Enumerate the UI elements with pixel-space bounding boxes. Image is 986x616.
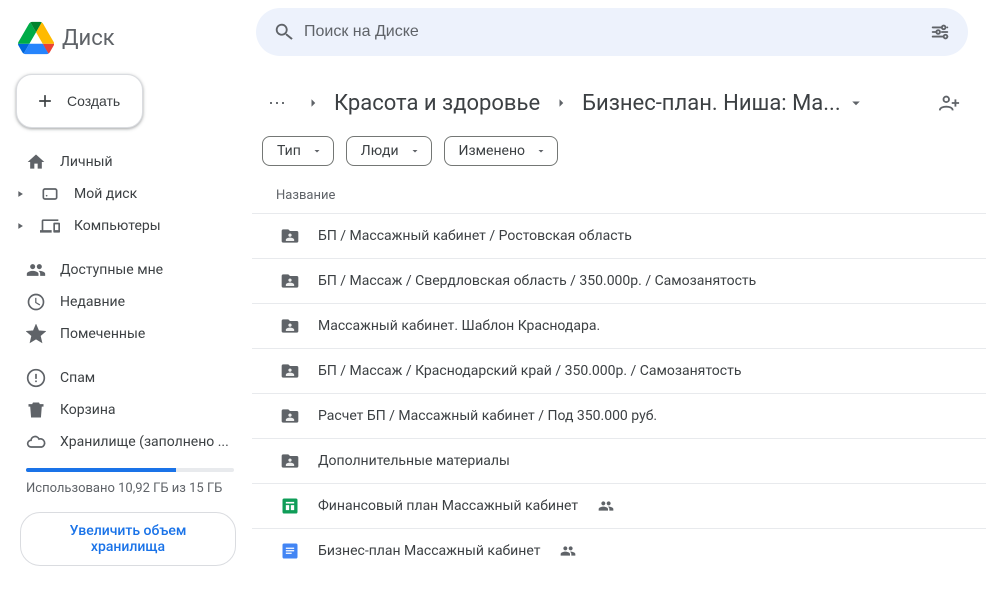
nav-tertiary: Спам Корзина Хранилище (заполнено ... <box>8 358 252 462</box>
app-name: Диск <box>62 26 115 51</box>
sidebar-item-label: Личный <box>60 154 113 170</box>
file-name: Дополнительные материалы <box>318 453 510 469</box>
sidebar-item-mydrive[interactable]: Мой диск <box>8 178 252 210</box>
sidebar-item-recent[interactable]: Недавние <box>8 286 252 318</box>
plus-icon <box>35 91 55 111</box>
file-name: БП / Массаж / Краснодарский край / 350.0… <box>318 363 741 379</box>
breadcrumb-current[interactable]: Бизнес-план. Ниша: Ма... <box>582 91 865 116</box>
shared-indicator-icon <box>560 543 576 559</box>
breadcrumb-current-label: Бизнес-план. Ниша: Ма... <box>582 91 841 116</box>
file-row[interactable]: БП / Массаж / Свердловская область / 350… <box>252 258 986 303</box>
caret-down-icon <box>311 145 323 157</box>
sidebar-item-computers[interactable]: Компьютеры <box>8 210 252 242</box>
logo-row[interactable]: Диск <box>8 8 252 74</box>
expand-caret-icon[interactable] <box>14 189 26 199</box>
file-row[interactable]: Массажный кабинет. Шаблон Краснодара. <box>252 303 986 348</box>
filter-people[interactable]: Люди <box>346 136 432 166</box>
file-row[interactable]: Бизнес-план Массажный кабинет <box>252 528 986 573</box>
caret-down-icon <box>409 145 421 157</box>
file-name: Расчет БП / Массажный кабинет / Под 350.… <box>318 408 657 424</box>
filter-modified[interactable]: Изменено <box>444 136 558 166</box>
breadcrumb-parent[interactable]: Красота и здоровье <box>334 91 540 116</box>
breadcrumb: ⋯ Красота и здоровье Бизнес-план. Ниша: … <box>252 64 986 130</box>
filter-label: Изменено <box>459 143 525 159</box>
storage-bar <box>26 468 234 472</box>
file-name: БП / Массаж / Свердловская область / 350… <box>318 273 756 289</box>
search-box[interactable] <box>256 8 968 56</box>
doc-icon <box>280 541 300 561</box>
spam-icon <box>26 368 46 388</box>
expand-caret-icon[interactable] <box>14 221 26 231</box>
caret-down-icon <box>847 94 865 112</box>
sheet-icon <box>280 496 300 516</box>
sidebar-item-trash[interactable]: Корзина <box>8 394 252 426</box>
sidebar-item-home[interactable]: Личный <box>8 146 252 178</box>
file-row[interactable]: Дополнительные материалы <box>252 438 986 483</box>
shared-indicator-icon <box>598 498 614 514</box>
storage-meter: Использовано 10,92 ГБ из 15 ГБ <box>8 462 252 498</box>
breadcrumb-overflow-icon[interactable]: ⋯ <box>262 89 292 118</box>
home-icon <box>26 152 46 172</box>
folder-shared-icon <box>280 316 300 336</box>
file-row[interactable]: Финансовый план Массажный кабинет <box>252 483 986 528</box>
cloud-icon <box>26 432 46 452</box>
filter-row: Тип Люди Изменено <box>252 130 986 178</box>
folder-shared-icon <box>280 361 300 381</box>
file-name: Бизнес-план Массажный кабинет <box>318 543 540 559</box>
devices-icon <box>40 216 60 236</box>
search-input[interactable] <box>304 23 920 41</box>
nav-primary: Личный Мой диск Компьютеры <box>8 142 252 246</box>
drive-icon <box>40 184 60 204</box>
filter-label: Тип <box>277 143 301 159</box>
upgrade-storage-button[interactable]: Увеличить объем хранилища <box>20 512 236 566</box>
caret-down-icon <box>535 145 547 157</box>
create-button[interactable]: Создать <box>16 74 143 128</box>
nav-secondary: Доступные мне Недавние Помеченные <box>8 250 252 354</box>
drive-logo-icon <box>18 20 54 56</box>
file-list: БП / Массажный кабинет / Ростовская обла… <box>252 213 986 616</box>
sidebar-item-label: Корзина <box>60 402 116 418</box>
file-row[interactable]: Расчет БП / Массажный кабинет / Под 350.… <box>252 393 986 438</box>
sidebar-item-storage[interactable]: Хранилище (заполнено ... <box>8 426 252 458</box>
sidebar-item-shared[interactable]: Доступные мне <box>8 254 252 286</box>
sidebar-item-label: Спам <box>60 370 95 386</box>
sidebar-item-spam[interactable]: Спам <box>8 362 252 394</box>
main: ⋯ Красота и здоровье Бизнес-план. Ниша: … <box>252 0 986 616</box>
sidebar-item-label: Мой диск <box>74 186 137 202</box>
folder-shared-icon <box>280 226 300 246</box>
sidebar-item-label: Хранилище (заполнено ... <box>60 434 229 450</box>
file-name: Финансовый план Массажный кабинет <box>318 498 578 514</box>
folder-shared-icon <box>280 451 300 471</box>
chevron-right-icon <box>552 94 570 112</box>
storage-fill <box>26 468 176 472</box>
search-icon[interactable] <box>264 21 304 43</box>
recent-icon <box>26 292 46 312</box>
chevron-right-icon <box>304 94 322 112</box>
sidebar-item-label: Доступные мне <box>60 262 163 278</box>
manage-access-icon[interactable] <box>932 86 966 120</box>
search-row <box>252 0 986 64</box>
sidebar-item-label: Помеченные <box>60 326 145 342</box>
column-header-name[interactable]: Название <box>252 178 986 213</box>
create-button-label: Создать <box>67 93 120 109</box>
filter-type[interactable]: Тип <box>262 136 334 166</box>
file-row[interactable]: БП / Массаж / Краснодарский край / 350.0… <box>252 348 986 393</box>
shared-icon <box>26 260 46 280</box>
sidebar: Диск Создать Личный Мой диск Компьютеры … <box>0 0 252 616</box>
trash-icon <box>26 400 46 420</box>
sidebar-item-label: Недавние <box>60 294 125 310</box>
storage-text: Использовано 10,92 ГБ из 15 ГБ <box>26 480 234 498</box>
filter-label: Люди <box>361 143 399 159</box>
file-row[interactable]: БП / Массажный кабинет / Ростовская обла… <box>252 213 986 258</box>
file-name: БП / Массажный кабинет / Ростовская обла… <box>318 228 632 244</box>
folder-shared-icon <box>280 406 300 426</box>
sidebar-item-label: Компьютеры <box>74 218 161 234</box>
folder-shared-icon <box>280 271 300 291</box>
star-icon <box>26 324 46 344</box>
sidebar-item-starred[interactable]: Помеченные <box>8 318 252 350</box>
search-options-icon[interactable] <box>920 21 960 43</box>
file-name: Массажный кабинет. Шаблон Краснодара. <box>318 318 600 334</box>
